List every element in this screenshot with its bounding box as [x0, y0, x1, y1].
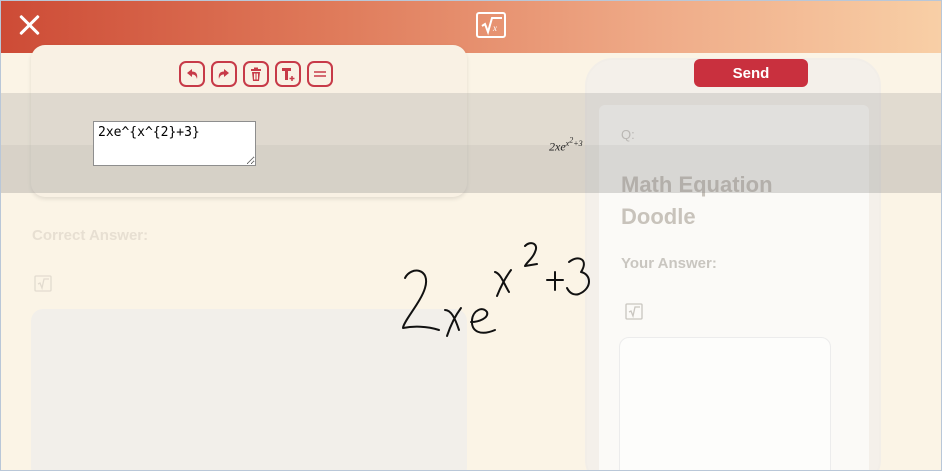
- equals-icon: [314, 71, 326, 77]
- equals-button[interactable]: [307, 61, 333, 87]
- square-root-icon: [34, 275, 52, 292]
- square-root-icon: x: [476, 12, 506, 38]
- redo-button[interactable]: [211, 61, 237, 87]
- svg-text:x: x: [492, 23, 497, 33]
- rendered-equation: 2xex2+3: [549, 135, 583, 155]
- delete-button[interactable]: [243, 61, 269, 87]
- your-answer-label: Your Answer:: [621, 255, 717, 272]
- rendered-exponent: x2+3: [565, 135, 583, 148]
- rendered-base: 2xe: [549, 139, 566, 154]
- handwritten-equation: [402, 242, 590, 337]
- trash-icon: [251, 67, 261, 81]
- undo-icon: [187, 69, 198, 79]
- text-insert-icon: [282, 68, 295, 81]
- editor-toolbar: [179, 61, 333, 87]
- square-root-icon: [625, 303, 643, 320]
- correct-answer-label: Correct Answer:: [32, 227, 149, 244]
- undo-button[interactable]: [179, 61, 205, 87]
- send-button[interactable]: Send: [694, 59, 808, 87]
- text-insert-button[interactable]: [275, 61, 301, 87]
- redo-icon: [218, 69, 229, 79]
- preview-answer-box[interactable]: [619, 337, 831, 470]
- latex-input[interactable]: 2xe^{x^{2}+3}: [93, 121, 256, 166]
- app-window: x Correct Answer: Send Q: Math Equation …: [0, 0, 942, 471]
- close-icon[interactable]: [15, 11, 45, 41]
